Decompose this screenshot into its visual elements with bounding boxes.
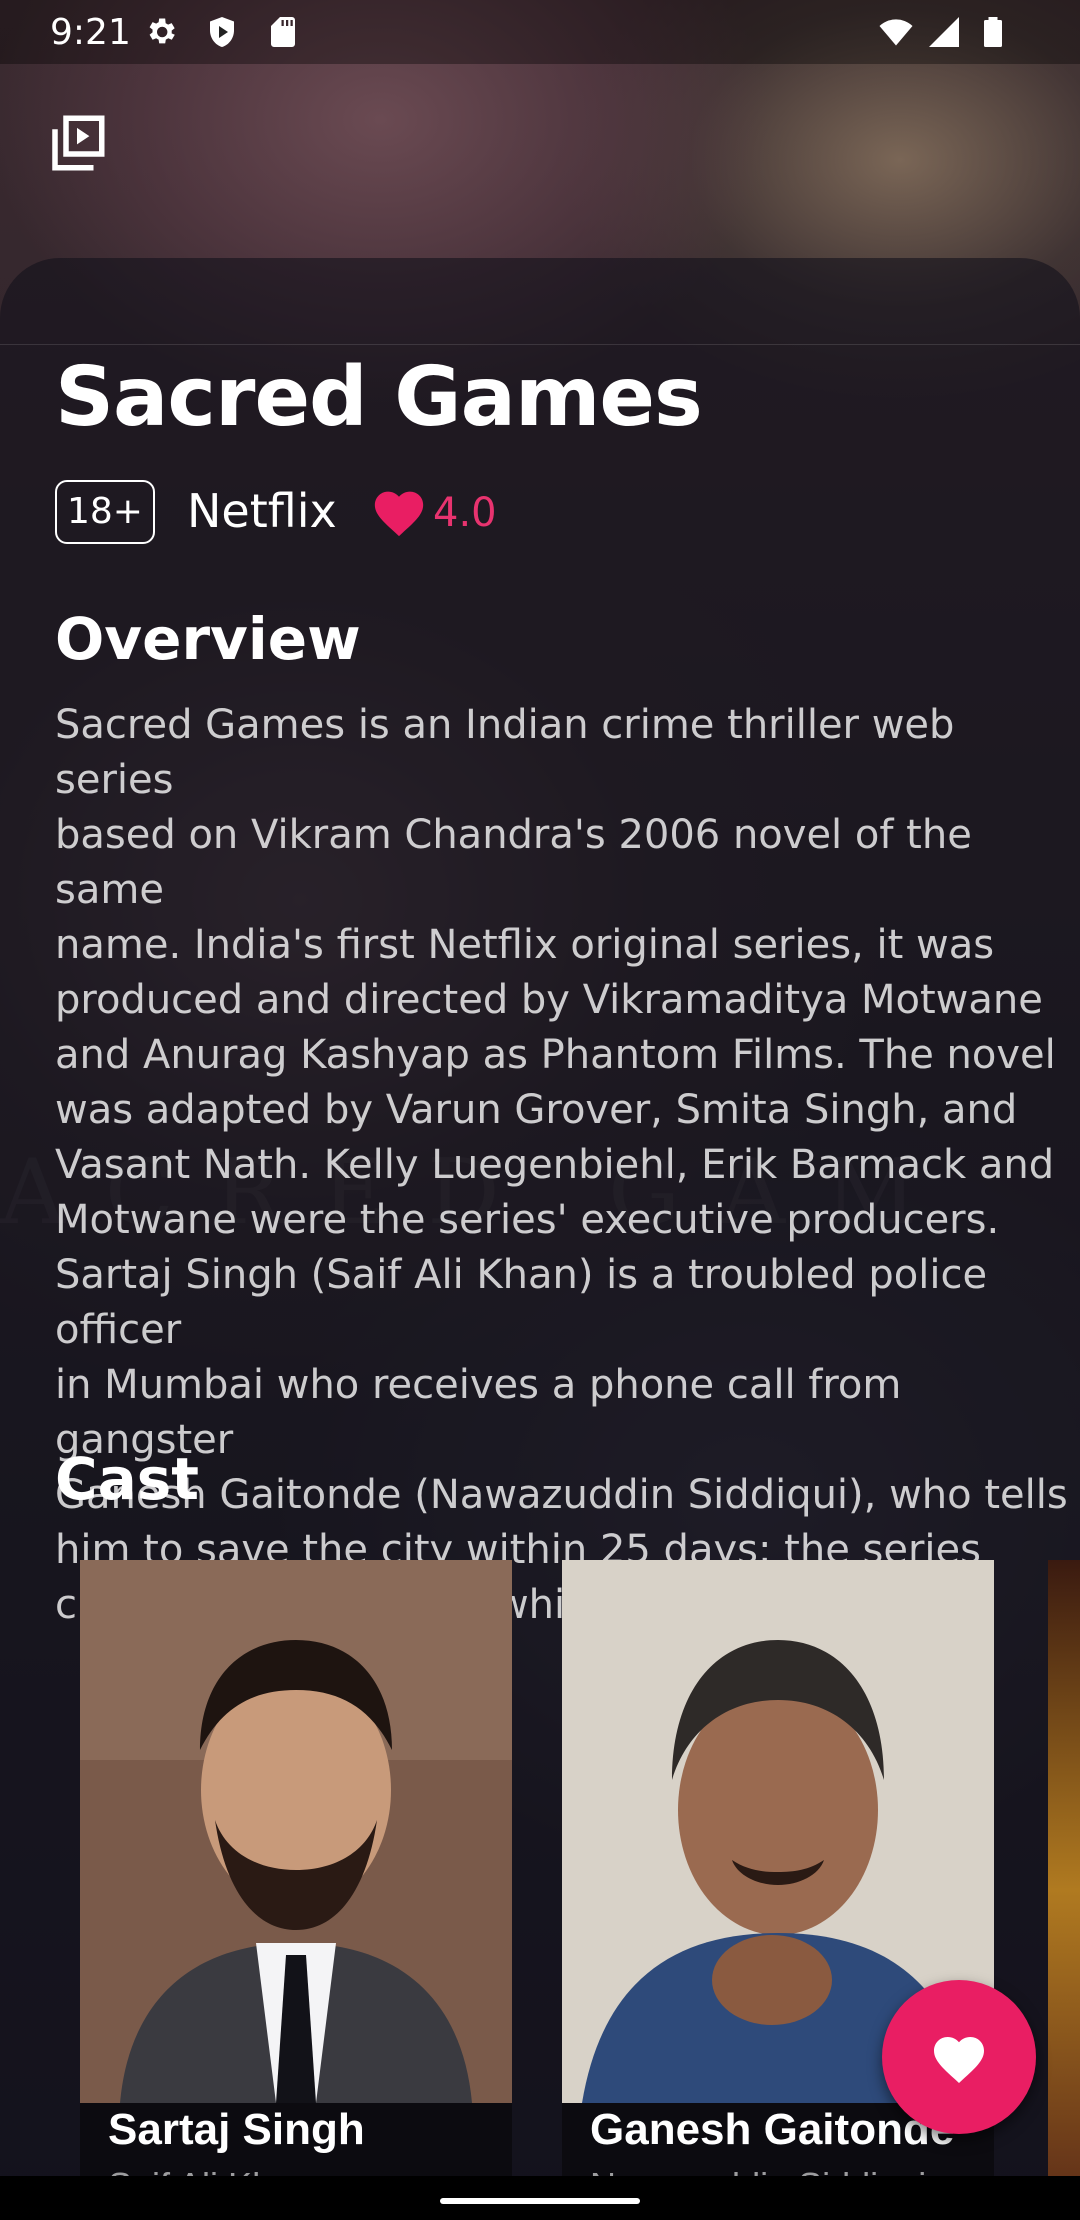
overview-heading: Overview bbox=[55, 605, 361, 673]
cast-card[interactable] bbox=[1048, 1560, 1080, 2220]
show-title: Sacred Games bbox=[55, 350, 703, 445]
status-time: 9:21 bbox=[50, 12, 131, 53]
video-library-icon[interactable] bbox=[44, 110, 110, 176]
cast-character-name: Ganesh Gaitonde bbox=[590, 2105, 955, 2154]
sheet-divider bbox=[0, 344, 1080, 345]
sd-card-icon bbox=[271, 17, 295, 47]
overview-text: Sacred Games is an Indian crime thriller… bbox=[55, 702, 1068, 1628]
battery-icon bbox=[984, 17, 1002, 47]
network-label: Netflix bbox=[187, 484, 337, 538]
cast-photo bbox=[80, 1560, 512, 2103]
cast-card[interactable]: Sartaj Singh Saif Ali Khan bbox=[80, 1560, 512, 2220]
status-bar: 9:21 bbox=[0, 0, 1080, 64]
home-gesture-handle[interactable] bbox=[440, 2198, 640, 2204]
signal-icon bbox=[929, 17, 959, 47]
shield-play-icon bbox=[210, 17, 234, 47]
cast-character-name: Sartaj Singh bbox=[108, 2105, 365, 2154]
settings-icon bbox=[149, 18, 175, 44]
heart-icon bbox=[934, 2037, 984, 2083]
cast-heading: Cast bbox=[55, 1445, 199, 1513]
heart-icon bbox=[374, 491, 424, 537]
favorite-button[interactable] bbox=[882, 1980, 1036, 2134]
rating-value: 4.0 bbox=[433, 490, 497, 536]
age-rating-badge: 18+ bbox=[55, 480, 155, 544]
wifi-icon bbox=[879, 19, 913, 46]
